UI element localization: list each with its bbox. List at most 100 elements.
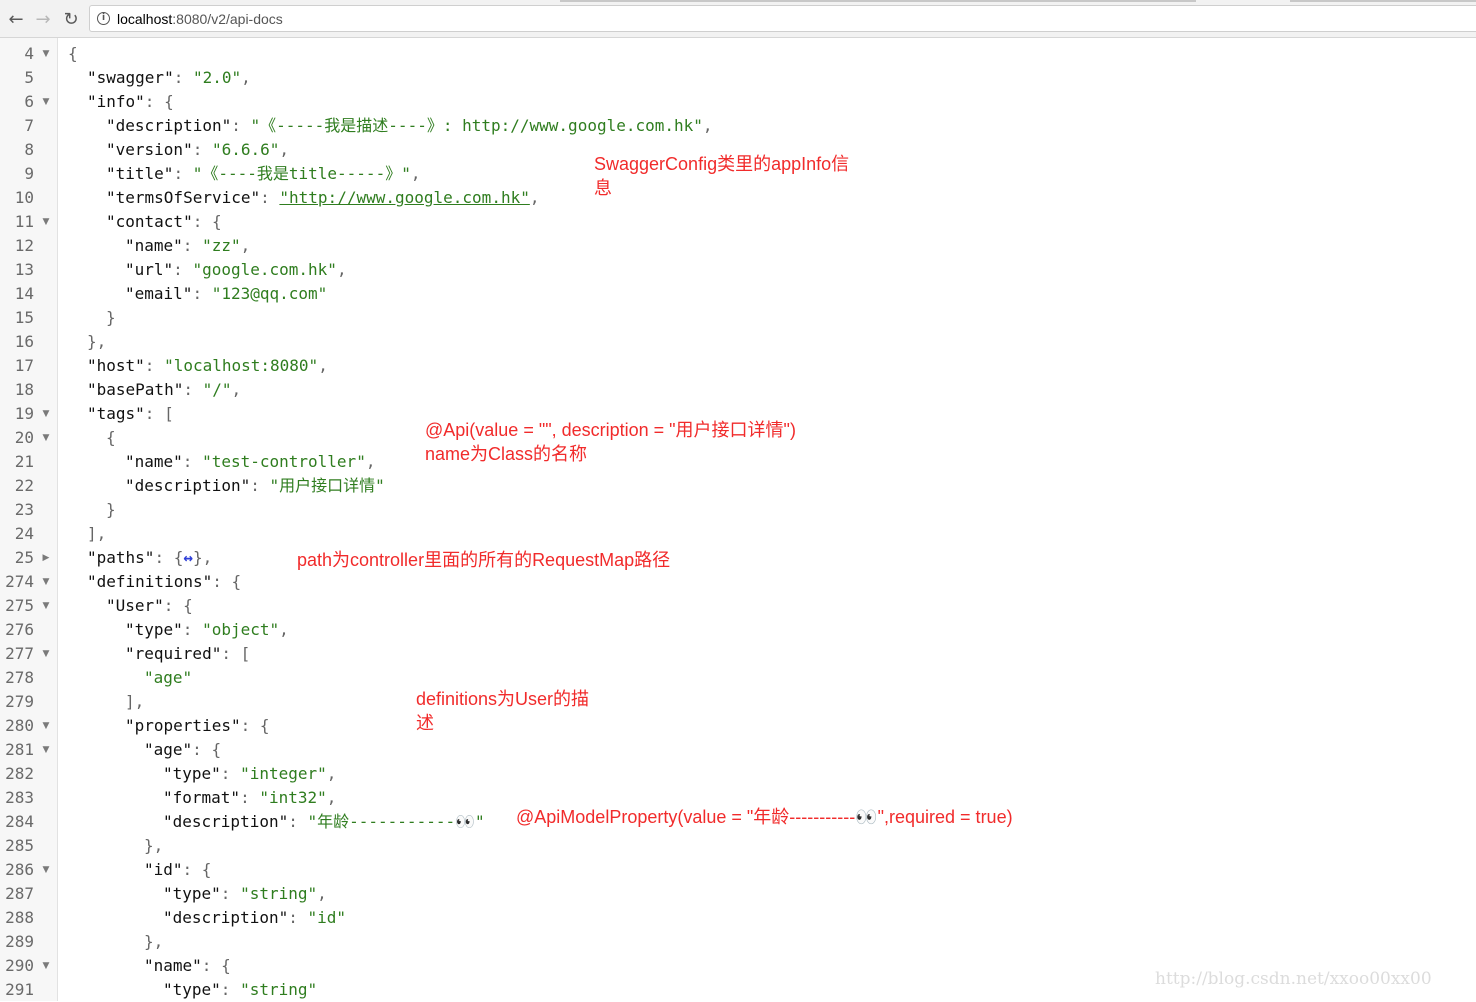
code-line: "email": "123@qq.com" (125, 282, 327, 306)
line-number: 4 (24, 44, 34, 63)
line-number: 285 (5, 836, 34, 855)
json-punctuation: : { (192, 740, 222, 759)
fold-open-icon[interactable]: ▼ (41, 570, 51, 594)
fold-open-icon[interactable]: ▼ (41, 42, 51, 66)
json-punctuation: }, (144, 932, 164, 951)
json-key: "paths" (87, 548, 155, 567)
code-line: "format": "int32", (163, 786, 336, 810)
json-key: "User" (106, 596, 164, 615)
line-number: 287 (5, 884, 34, 903)
json-key: "type" (163, 764, 221, 783)
line-number: 282 (5, 764, 34, 783)
json-punctuation: , (318, 356, 328, 375)
line-number: 14 (14, 284, 34, 303)
code-line: "type": "integer", (163, 762, 336, 786)
line-number: 291 (5, 980, 34, 999)
json-punctuation: ], (125, 692, 145, 711)
json-punctuation: : { (201, 956, 231, 975)
code-line: "tags": [ (87, 402, 174, 426)
fold-open-icon[interactable]: ▼ (41, 426, 51, 450)
line-number: 19 (14, 404, 34, 423)
json-key: "type" (163, 980, 221, 999)
json-punctuation: : (250, 476, 270, 495)
code-line: "title": "《----我是title-----》", (106, 162, 420, 186)
json-string: "/" (202, 380, 232, 399)
annotation-app-info: SwaggerConfig类里的appInfo信 息 (594, 154, 850, 198)
line-number: 9 (24, 164, 34, 183)
line-number: 286 (5, 860, 34, 879)
json-punctuation: , (702, 116, 713, 135)
json-key: "name" (125, 452, 183, 471)
back-icon[interactable]: ← (5, 8, 27, 30)
fold-open-icon[interactable]: ▼ (41, 714, 51, 738)
json-link[interactable]: "http://www.google.com.hk" (279, 188, 529, 207)
json-punctuation: : (192, 284, 212, 303)
code-line: "age": { (144, 738, 221, 762)
reload-icon[interactable]: ↻ (60, 8, 82, 30)
json-punctuation: : (182, 452, 203, 471)
fold-closed-icon[interactable]: ▶ (41, 546, 51, 570)
json-punctuation: : (220, 884, 241, 903)
fold-open-icon[interactable]: ▼ (41, 642, 51, 666)
line-number-gutter: 4 ▼ 5 6 ▼ 7 8 9 10 11 ▼ 12 13 14 15 16 17 18 19 ▼ 20 ▼ 21 22 23 2… (0, 38, 58, 1001)
fold-open-icon[interactable]: ▼ (41, 402, 51, 426)
code-line: ], (125, 690, 144, 714)
json-punctuation: { (68, 44, 78, 63)
json-key: "age" (144, 740, 193, 759)
code-line: "termsOfService": "http://www.google.com… (106, 186, 539, 210)
line-number: 274 (5, 572, 34, 591)
fold-open-icon[interactable]: ▼ (41, 210, 51, 234)
json-punctuation: : (173, 164, 193, 183)
code-line: { (106, 426, 116, 450)
address-bar[interactable]: i localhost:8080/v2/api-docs (89, 5, 1476, 32)
json-punctuation: : (173, 68, 193, 87)
line-number: 10 (14, 188, 34, 207)
fold-open-icon[interactable]: ▼ (41, 594, 51, 618)
json-string: "zz" (202, 236, 241, 255)
code-line: } (106, 498, 116, 522)
json-punctuation: : { (163, 596, 193, 615)
json-key: "type" (125, 620, 183, 639)
info-icon[interactable]: i (97, 12, 110, 25)
json-punctuation: : { (182, 860, 212, 879)
json-key: "name" (144, 956, 202, 975)
fold-open-icon[interactable]: ▼ (41, 858, 51, 882)
json-punctuation: : (260, 188, 280, 207)
fold-open-icon[interactable]: ▼ (41, 90, 51, 114)
json-punctuation: , (326, 764, 337, 783)
json-punctuation: , (241, 68, 251, 87)
forward-icon[interactable]: → (32, 8, 54, 30)
json-punctuation: : { (240, 716, 270, 735)
code-line: "basePath": "/", (87, 378, 241, 402)
json-key: "swagger" (87, 68, 174, 87)
line-number: 12 (14, 236, 34, 255)
code-line: "description": "年龄-----------👀" (163, 810, 485, 834)
json-punctuation: }, (87, 332, 107, 351)
json-key: "info" (87, 92, 145, 111)
json-punctuation: : (173, 260, 193, 279)
expand-collapsed-icon[interactable]: ↔ (183, 548, 193, 567)
json-key: "basePath" (87, 380, 184, 399)
url-text[interactable]: localhost:8080/v2/api-docs (117, 11, 283, 27)
json-key: "required" (125, 644, 222, 663)
json-punctuation: : { (192, 212, 222, 231)
code-line: }, (144, 834, 163, 858)
json-key: "definitions" (87, 572, 213, 591)
json-key: "email" (125, 284, 193, 303)
json-key: "termsOfService" (106, 188, 261, 207)
json-key: "contact" (106, 212, 193, 231)
fold-open-icon[interactable]: ▼ (41, 954, 51, 978)
json-string: "int32" (259, 788, 327, 807)
json-punctuation: , (231, 380, 242, 399)
json-punctuation: : (288, 908, 308, 927)
code-line: "name": "zz", (125, 234, 250, 258)
code-line: ], (87, 522, 106, 546)
code-line: "description": "《-----我是描述----》: http://… (106, 114, 713, 138)
json-punctuation: } (106, 308, 116, 327)
json-key: "type" (163, 884, 221, 903)
code-line: "age" (144, 666, 192, 690)
json-punctuation: : (231, 116, 251, 135)
json-punctuation: , (326, 788, 337, 807)
fold-open-icon[interactable]: ▼ (41, 738, 51, 762)
json-punctuation: : { (212, 572, 242, 591)
